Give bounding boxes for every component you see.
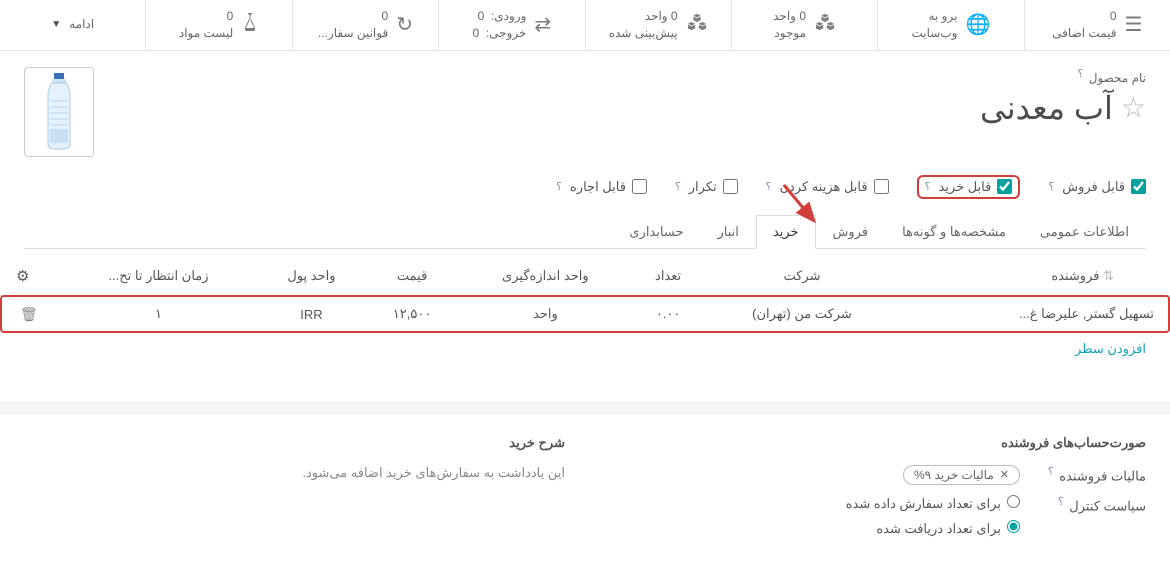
vendor-tax-tag[interactable]: ✕مالیات خرید ۹% (903, 465, 1020, 485)
stat-extra-price[interactable]: ☰ 0قیمت اضافی (1024, 0, 1170, 50)
cell-currency[interactable]: IRR (257, 295, 366, 333)
separator (0, 401, 1170, 415)
product-title[interactable]: آب معدنی (980, 89, 1113, 127)
col-price[interactable]: قیمت (366, 257, 459, 296)
stat-website[interactable]: 🌐 برو بهوب‌سایت (877, 0, 1023, 50)
policy-received-radio[interactable]: برای تعداد دریافت شده (846, 520, 1020, 537)
purchase-desc-text[interactable]: این یادداشت به سفارش‌های خرید اضافه می‌ش… (24, 465, 565, 481)
tab-purchase[interactable]: خرید (756, 215, 816, 249)
can-buy-checkbox[interactable]: قابل خرید ؟ (917, 175, 1021, 199)
can-sell-checkbox[interactable]: قابل فروش ؟ (1048, 179, 1146, 195)
sort-icon: ⇅ (1103, 268, 1130, 283)
vendors-table: ⇅ فروشنده شرکت تعداد واحد اندازه‌گیری قی… (0, 257, 1170, 333)
table-row[interactable]: تسهیل گستر, علیرضا غ... شرکت من (تهران) … (0, 295, 1170, 333)
recurring-checkbox[interactable]: تکرار ؟ (675, 179, 738, 195)
product-name-label: نام محصول ؟ (1078, 71, 1146, 85)
col-qty[interactable]: تعداد (632, 257, 703, 296)
star-icon[interactable]: ☆ (1121, 91, 1146, 124)
cell-price[interactable]: ۱۲,۵۰۰ (366, 295, 459, 333)
caret-down-icon: ▼ (51, 19, 61, 30)
rentable-checkbox[interactable]: قابل اجاره ؟ (556, 179, 647, 195)
tab-variants[interactable]: مشخصه‌ها و گونه‌ها (885, 215, 1023, 249)
stat-forecast[interactable]: 0 واحدپیش‌بینی شده (585, 0, 731, 50)
flask-icon (241, 12, 259, 38)
col-uom[interactable]: واحد اندازه‌گیری (458, 257, 632, 296)
purchase-desc-title: شرح خرید (24, 435, 565, 451)
product-image[interactable] (24, 67, 94, 157)
control-policy-label: سیاست کنترل ؟ (1036, 495, 1146, 514)
add-line-link[interactable]: افزودن سطر (0, 333, 1170, 365)
can-expense-checkbox[interactable]: قابل هزینه کردن ؟ (766, 179, 889, 195)
list-icon: ☰ (1125, 12, 1143, 37)
adjust-icon[interactable]: ⚙ (16, 268, 29, 285)
vendor-tax-label: مالیات فروشنده ؟ (1036, 465, 1146, 484)
cell-company[interactable]: شرکت من (تهران) (704, 295, 900, 333)
tab-inventory[interactable]: انبار (700, 215, 755, 249)
cell-uom[interactable]: واحد (458, 295, 632, 333)
tab-sales[interactable]: فروش (816, 215, 886, 249)
stat-buttons-bar: ☰ 0قیمت اضافی 🌐 برو بهوب‌سایت 0 واحدموجو… (0, 0, 1170, 51)
globe-icon: 🌐 (965, 12, 990, 37)
exchange-icon: ⇄ (534, 12, 551, 37)
stat-reorder-rules[interactable]: ↻ 0قوانین سفار... (292, 0, 438, 50)
tabs: اطلاعات عمومی مشخصه‌ها و گونه‌ها فروش خر… (24, 215, 1146, 249)
col-company[interactable]: شرکت (704, 257, 900, 296)
policy-ordered-radio[interactable]: برای تعداد سفارش داده شده (846, 495, 1020, 512)
cubes-icon (814, 12, 836, 38)
col-currency[interactable]: واحد پول (257, 257, 366, 296)
cell-lead[interactable]: ۱ (60, 295, 257, 333)
tab-accounting[interactable]: حسابداری (612, 215, 700, 249)
trash-icon[interactable]: 🗑 (20, 306, 38, 323)
tab-general[interactable]: اطلاعات عمومی (1023, 215, 1146, 249)
cell-qty[interactable]: ۰.۰۰ (632, 295, 703, 333)
vendor-bills-title: صورت‌حساب‌های فروشنده (605, 435, 1146, 451)
stat-bom[interactable]: 0لیست مواد (145, 0, 291, 50)
refresh-icon: ↻ (396, 12, 413, 37)
cubes-icon (686, 12, 708, 38)
stat-onhand[interactable]: 0 واحدموجود (731, 0, 877, 50)
col-lead[interactable]: زمان انتظار تا تح... (60, 257, 257, 296)
stat-transfers[interactable]: ⇄ ورودی: 0 خروجی: 0 (438, 0, 584, 50)
stat-more[interactable]: ادامه ▼ (0, 0, 145, 50)
close-icon[interactable]: ✕ (1000, 468, 1009, 481)
cell-vendor[interactable]: تسهیل گستر, علیرضا غ... (900, 295, 1170, 333)
col-vendor[interactable]: ⇅ فروشنده (900, 257, 1170, 296)
